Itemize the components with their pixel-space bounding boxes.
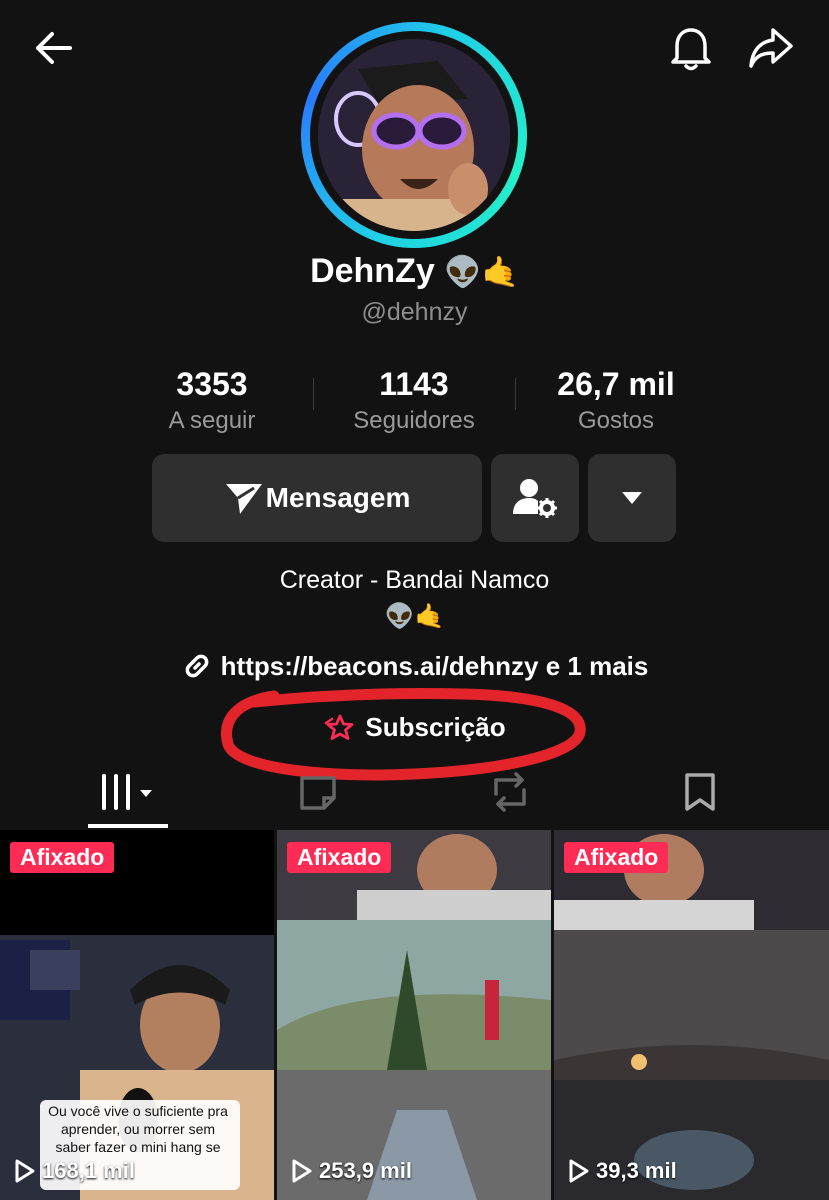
subscription-label: Subscrição — [365, 712, 506, 742]
lock-doc-icon — [300, 776, 336, 810]
notifications-button[interactable] — [665, 22, 717, 74]
view-count: 168,1 mil — [14, 1158, 135, 1184]
more-options-button[interactable] — [588, 454, 676, 542]
profile-photo — [318, 39, 510, 231]
view-count: 253,9 mil — [291, 1158, 412, 1184]
view-count-text: 39,3 mil — [596, 1158, 677, 1183]
play-icon — [15, 1159, 35, 1183]
likes-stat[interactable]: 26,7 mil Gostos — [516, 366, 716, 435]
followers-label: Seguidores — [353, 407, 475, 434]
bio-link-text: https://beacons.ai/dehnzy e 1 mais — [220, 650, 649, 681]
message-label: Mensagem — [265, 482, 411, 513]
pinned-badge: Afixado — [287, 842, 392, 873]
bio-text: Creator - Bandai Namco — [279, 566, 550, 594]
link-icon — [185, 654, 209, 678]
followers-count: 1143 — [379, 366, 449, 402]
add-friend-settings-button[interactable] — [491, 454, 579, 542]
bell-icon — [671, 28, 711, 71]
play-icon — [569, 1159, 589, 1183]
star-icon — [325, 714, 354, 740]
following-label: A seguir — [168, 407, 256, 434]
view-count-text: 168,1 mil — [42, 1158, 135, 1183]
video-thumbnail[interactable]: Ou você vive o suficiente pra aprender, … — [0, 830, 274, 1200]
pinned-badge: Afixado — [10, 842, 115, 873]
view-count-text: 253,9 mil — [319, 1158, 412, 1183]
bio-emojis: 👽🤙 — [384, 603, 445, 630]
following-count: 3353 — [176, 366, 248, 402]
avatar[interactable] — [301, 22, 527, 248]
share-button[interactable] — [745, 22, 797, 74]
message-button[interactable]: Mensagem — [152, 454, 482, 542]
view-count: 39,3 mil — [568, 1158, 677, 1184]
bio-link[interactable]: https://beacons.ai/dehnzy e 1 mais — [0, 650, 829, 682]
tab-reposts[interactable] — [470, 764, 550, 820]
back-button[interactable] — [26, 22, 78, 74]
display-name: DehnZy — [310, 252, 435, 290]
caret-down-icon — [622, 492, 642, 504]
send-icon — [225, 484, 262, 514]
video-thumbnail-image — [277, 830, 551, 1200]
grid-icon — [102, 774, 152, 810]
video-thumbnail-image — [554, 830, 829, 1200]
active-tab-indicator — [88, 824, 168, 828]
play-icon — [292, 1159, 312, 1183]
user-settings-icon — [513, 479, 557, 518]
likes-label: Gostos — [577, 407, 655, 434]
video-thumbnail[interactable]: Afixado 39,3 mil — [554, 830, 829, 1200]
share-arrow-icon — [749, 28, 793, 68]
repost-icon — [494, 772, 526, 812]
bookmark-icon — [685, 773, 715, 811]
name-emojis: 👽🤙 — [444, 256, 519, 289]
tab-videos[interactable] — [88, 764, 168, 820]
likes-count: 26,7 mil — [557, 366, 675, 402]
username-handle: @dehnzy — [361, 298, 468, 326]
pinned-badge: Afixado — [564, 842, 669, 873]
display-name-row: DehnZy 👽🤙 — [0, 252, 829, 291]
subscription-button[interactable]: Subscrição — [0, 712, 829, 743]
tab-saved[interactable] — [660, 764, 740, 820]
followers-stat[interactable]: 1143 Seguidores — [314, 366, 514, 435]
arrow-left-icon — [36, 32, 72, 64]
video-caption: Ou você vive o suficiente pra aprender, … — [48, 1103, 228, 1155]
following-stat[interactable]: 3353 A seguir — [112, 366, 312, 435]
video-thumbnail[interactable]: Afixado 253,9 mil — [277, 830, 551, 1200]
tab-private[interactable] — [278, 764, 358, 820]
